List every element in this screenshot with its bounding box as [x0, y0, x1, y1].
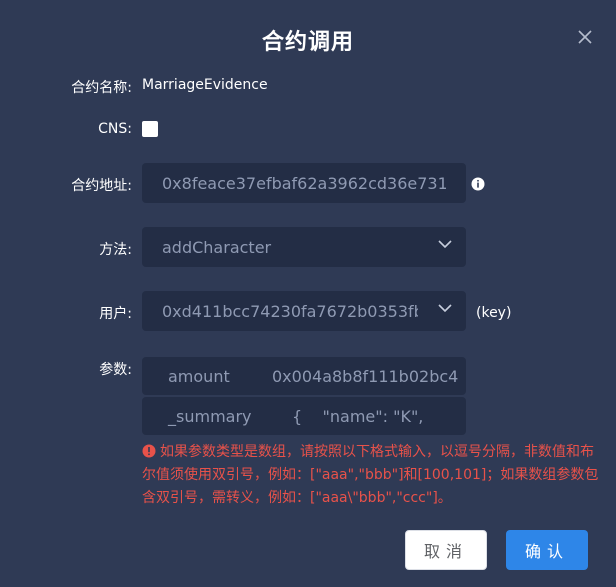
cancel-button[interactable]: 取消	[405, 530, 487, 570]
dialog-title: 合约调用	[261, 30, 354, 55]
confirm-button[interactable]: 确认	[506, 530, 588, 570]
cns-label: CNS:	[98, 121, 132, 137]
param-value-input[interactable]: { "name": "K",	[292, 397, 466, 435]
param-value-input[interactable]: 0x004a8b8f111b02bc4	[272, 357, 462, 395]
param-format-hint-text: 如果参数类型是数组，请按照以下格式输入，以逗号分隔，非数值和布尔值须使用双引号，…	[142, 444, 599, 506]
param-name: amount	[168, 366, 230, 386]
contract-address-input[interactable]	[142, 163, 466, 203]
user-label: 用户:	[99, 306, 132, 322]
contract-address-field[interactable]	[142, 163, 466, 203]
chevron-down-icon	[438, 304, 452, 313]
param-row-summary[interactable]: _summary { "name": "K",	[142, 397, 466, 435]
params-label: 参数:	[99, 362, 132, 378]
user-select[interactable]: 0xd411bcc74230fa7672b0353fbf55	[142, 291, 466, 331]
contract-name-label: 合约名称:	[71, 80, 132, 96]
param-format-hint: 如果参数类型是数组，请按照以下格式输入，以逗号分隔，非数值和布尔值须使用双引号，…	[142, 441, 602, 510]
method-select[interactable]: addCharacter	[142, 227, 466, 267]
cns-checkbox[interactable]	[142, 121, 158, 137]
method-selected-value: addCharacter	[162, 237, 272, 257]
contract-call-dialog: 合约调用 合约名称: MarriageEvidence CNS: 合约地址: 方…	[0, 0, 616, 587]
info-icon[interactable]	[471, 177, 485, 191]
user-key-suffix: (key)	[476, 305, 512, 321]
contract-address-label: 合约地址:	[71, 178, 132, 194]
user-selected-value: 0xd411bcc74230fa7672b0353fbf55	[162, 301, 418, 321]
param-row-amount[interactable]: amount 0x004a8b8f111b02bc4	[142, 357, 466, 395]
method-label: 方法:	[99, 242, 132, 258]
close-icon[interactable]	[575, 27, 595, 47]
error-icon	[142, 444, 156, 458]
contract-name-value: MarriageEvidence	[142, 77, 268, 93]
param-name: _summary	[168, 406, 252, 426]
chevron-down-icon	[438, 240, 452, 249]
